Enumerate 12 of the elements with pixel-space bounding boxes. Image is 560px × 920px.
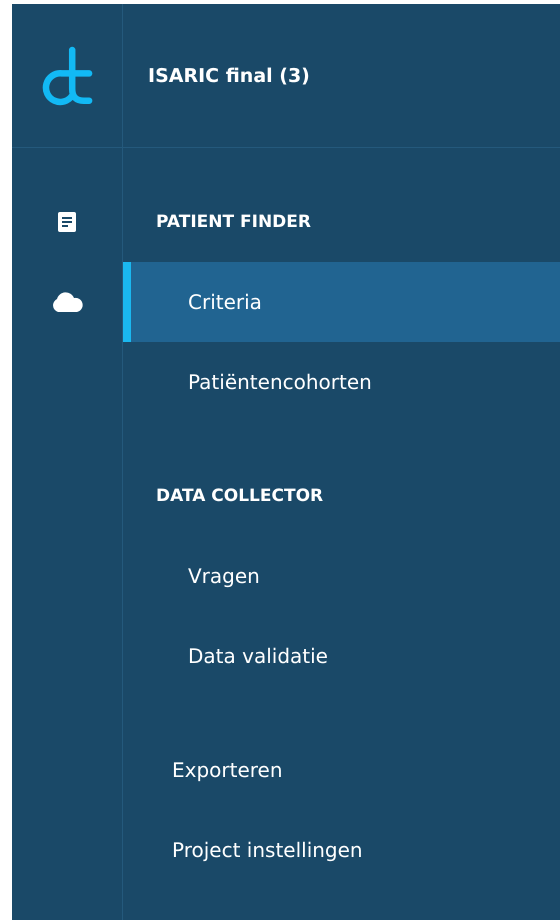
document-icon[interactable] [57, 211, 77, 233]
cloud-icon[interactable] [50, 291, 84, 313]
nav-item[interactable]: Patiëntencohorten [123, 342, 560, 422]
nav-item[interactable]: Data validatie [123, 616, 560, 696]
section-heading: DATA COLLECTOR [156, 486, 324, 506]
logo-icon [41, 46, 93, 106]
nav-item[interactable]: Project instellingen [123, 810, 560, 890]
section-heading: PATIENT FINDER [156, 212, 311, 232]
project-title: ISARIC final (3) [148, 64, 310, 86]
nav-item[interactable]: Vragen [123, 536, 560, 616]
nav-item[interactable]: Exporteren [123, 730, 560, 810]
nav-item[interactable]: Criteria [123, 262, 560, 342]
